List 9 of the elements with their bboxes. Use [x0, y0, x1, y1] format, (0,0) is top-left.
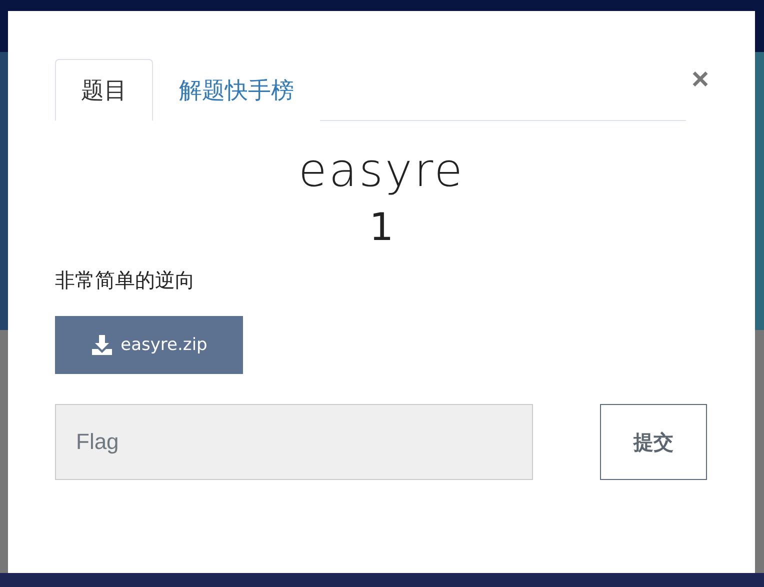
flag-input[interactable]: Flag [55, 404, 533, 480]
tab[interactable]: 题目 [55, 59, 153, 121]
challenge-title: easyre [298, 143, 466, 197]
download-icon [90, 334, 113, 356]
points: 1 [368, 205, 395, 249]
description: 非常简单的逆向 [55, 267, 196, 294]
submit-button[interactable]: 提交 [600, 404, 707, 480]
close-button[interactable]: × [691, 65, 709, 95]
download-button[interactable]: easyre.zip [55, 316, 243, 374]
